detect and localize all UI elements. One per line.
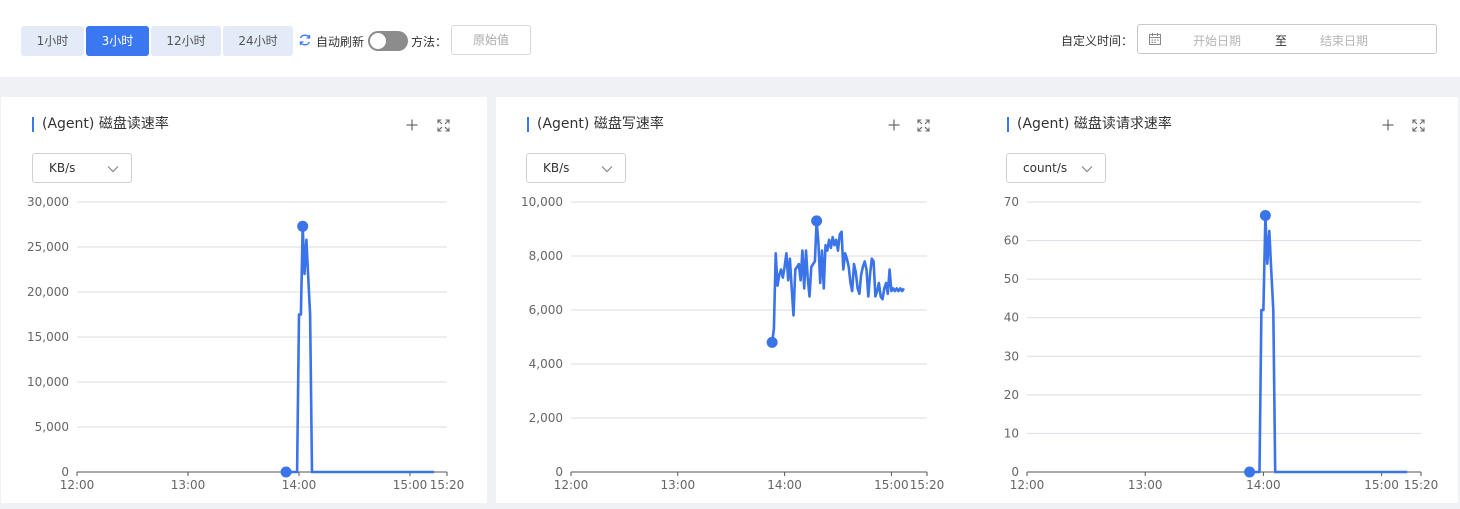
x-tick-label: 14:00 xyxy=(282,478,317,492)
expand-icon[interactable] xyxy=(917,119,930,132)
x-tick-label: 13:00 xyxy=(1128,478,1163,492)
x-tick-label: 15:20 xyxy=(1404,478,1439,492)
plus-icon[interactable] xyxy=(406,119,418,131)
range-12h-button[interactable]: 12小时 xyxy=(151,26,221,56)
chevron-down-icon xyxy=(107,166,119,173)
calendar-icon xyxy=(1149,33,1161,45)
range-24h-button[interactable]: 24小时 xyxy=(223,26,293,56)
panel-title: (Agent) 磁盘读速率 xyxy=(32,117,169,132)
chart-disk-read-requests: 0 10 20 30 40 50 60 70 12:00 13:00 14:00 15:00 15:20 xyxy=(1004,195,1439,492)
series-line xyxy=(286,224,435,474)
unit-select[interactable]: KB/s xyxy=(526,153,626,183)
y-tick-label: 2,000 xyxy=(529,411,563,425)
y-tick-label: 10 xyxy=(1004,426,1019,440)
data-point-marker xyxy=(1259,210,1271,221)
y-tick-label: 20 xyxy=(1004,388,1019,402)
panel-title: (Agent) 磁盘写速率 xyxy=(527,117,664,132)
time-toolbar: 1小时 3小时 12小时 24小时 自动刷新 方法： 原始值 自定义时间： 开始… xyxy=(0,0,1460,77)
date-range-picker[interactable]: 开始日期 至 结束日期 xyxy=(1137,24,1437,54)
chevron-down-icon xyxy=(601,166,613,173)
x-tick-label: 12:00 xyxy=(60,478,95,492)
range-separator: 至 xyxy=(1275,34,1288,48)
x-tick-label: 15:00 xyxy=(874,478,909,492)
auto-refresh-label: 自动刷新 xyxy=(316,35,365,49)
y-tick-label: 10,000 xyxy=(521,195,563,209)
y-tick-label: 40 xyxy=(1004,311,1019,325)
y-tick-label: 0 xyxy=(555,465,563,479)
chart-disk-read-rate: 0 5,000 10,000 15,000 20,000 25,000 30,000 12:0… xyxy=(27,195,465,492)
y-tick-label: 5,000 xyxy=(35,420,69,434)
refresh-icon[interactable] xyxy=(298,33,312,47)
x-tick-label: 14:00 xyxy=(767,478,802,492)
plus-icon[interactable] xyxy=(1382,119,1394,131)
y-tick-label: 0 xyxy=(61,465,69,479)
data-point-marker xyxy=(766,336,778,348)
x-tick-label: 15:20 xyxy=(430,478,465,492)
auto-refresh-toggle[interactable] xyxy=(368,31,408,51)
toggle-knob xyxy=(370,33,386,49)
y-tick-label: 50 xyxy=(1004,272,1019,286)
expand-icon[interactable] xyxy=(437,119,450,132)
x-tick-label: 13:00 xyxy=(661,478,696,492)
data-point-marker xyxy=(280,466,292,478)
unit-select[interactable]: count/s xyxy=(1006,153,1106,183)
data-point-marker xyxy=(297,220,309,232)
y-tick-label: 30,000 xyxy=(27,195,69,209)
y-tick-label: 4,000 xyxy=(529,357,563,371)
panel-disk-write-rate: (Agent) 磁盘写速率 KB/s 0 2,000 4,000 6,000 8,000… xyxy=(496,97,982,503)
end-date-input[interactable]: 结束日期 xyxy=(1320,32,1368,49)
range-1h-button[interactable]: 1小时 xyxy=(21,26,84,56)
x-tick-label: 12:00 xyxy=(554,478,589,492)
custom-time-label: 自定义时间： xyxy=(1061,34,1134,48)
y-tick-label: 10,000 xyxy=(27,375,69,389)
y-tick-label: 0 xyxy=(1011,465,1019,479)
y-tick-label: 8,000 xyxy=(529,249,563,263)
panel-disk-read-rate: (Agent) 磁盘读速率 KB/s 0 5,000 10,000 15,000 20,… xyxy=(1,97,487,503)
unit-value: count/s xyxy=(1023,161,1068,175)
expand-icon[interactable] xyxy=(1412,119,1425,132)
y-tick-label: 60 xyxy=(1004,234,1019,248)
chart-disk-write-rate: 0 2,000 4,000 6,000 8,000 10,000 12:00 13:00 14:… xyxy=(521,195,945,492)
y-tick-label: 20,000 xyxy=(27,285,69,299)
panel-disk-read-requests: (Agent) 磁盘读请求速率 count/s 0 10 20 30 40 50 60 70 1… xyxy=(976,97,1458,503)
x-tick-label: 14:00 xyxy=(1246,478,1281,492)
start-date-input[interactable]: 开始日期 xyxy=(1193,32,1241,49)
x-tick-label: 15:00 xyxy=(1364,478,1399,492)
range-3h-button[interactable]: 3小时 xyxy=(86,26,149,56)
unit-select[interactable]: KB/s xyxy=(32,153,132,183)
plus-icon[interactable] xyxy=(888,119,900,131)
y-tick-label: 70 xyxy=(1004,195,1019,209)
chevron-down-icon xyxy=(1081,166,1093,173)
unit-value: KB/s xyxy=(49,161,76,175)
x-tick-label: 15:00 xyxy=(393,478,428,492)
x-tick-label: 13:00 xyxy=(171,478,206,492)
y-tick-label: 6,000 xyxy=(529,303,563,317)
method-label: 方法： xyxy=(411,35,448,49)
y-tick-label: 15,000 xyxy=(27,330,69,344)
y-tick-label: 25,000 xyxy=(27,240,69,254)
x-tick-label: 15:20 xyxy=(910,478,945,492)
y-tick-label: 30 xyxy=(1004,349,1019,363)
x-tick-label: 12:00 xyxy=(1010,478,1045,492)
data-point-marker xyxy=(1244,466,1256,478)
unit-value: KB/s xyxy=(543,161,570,175)
method-select[interactable]: 原始值 xyxy=(451,25,531,55)
data-point-marker xyxy=(811,215,823,227)
series-line xyxy=(770,219,905,343)
panel-title: (Agent) 磁盘读请求速率 xyxy=(1007,117,1172,132)
